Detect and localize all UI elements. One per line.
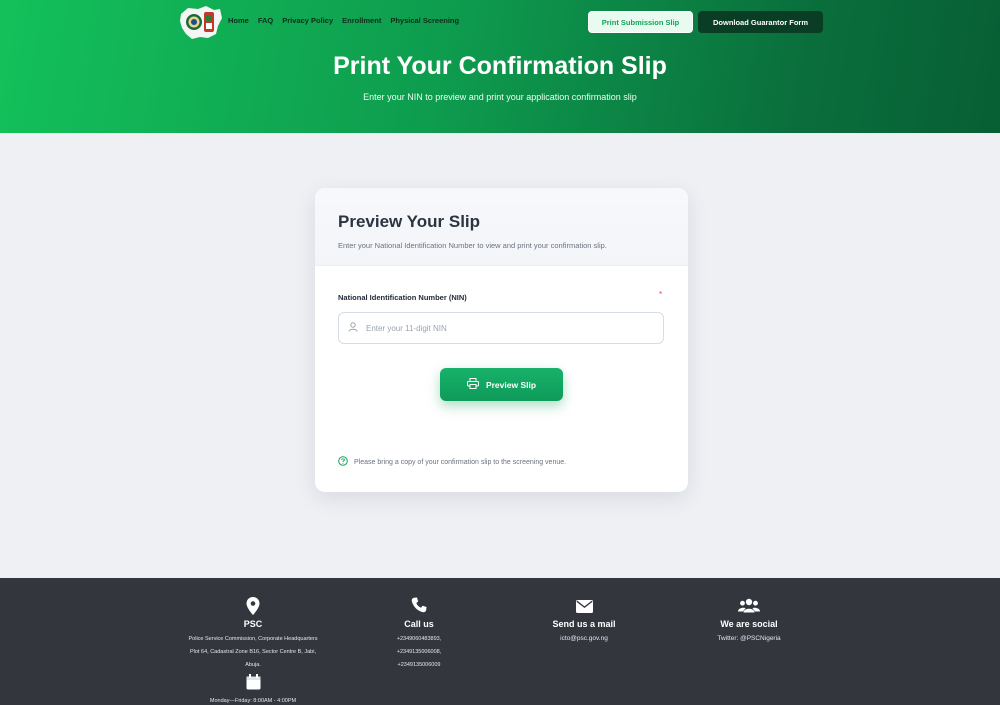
envelope-icon (534, 600, 634, 615)
nin-input[interactable] (366, 323, 646, 333)
footer-call: Call us +2349060483893, +2349135006008, … (369, 597, 469, 672)
calendar-icon (178, 674, 328, 692)
print-submission-slip-button[interactable]: Print Submission Slip (588, 11, 693, 33)
venue-note-text: Please bring a copy of your confirmation… (354, 458, 567, 466)
page-title: Print Your Confirmation Slip (333, 52, 667, 80)
footer-address: PSC Police Service Commission, Corporate… (178, 597, 328, 705)
user-icon (348, 319, 358, 337)
twitter-handle[interactable]: Twitter: @PSCNigeria (699, 635, 799, 642)
required-mark: * (659, 290, 663, 299)
address-line: Abuja. (245, 662, 261, 668)
card-description: Enter your National Identification Numbe… (338, 241, 607, 250)
nav-physical-screening[interactable]: Physical Screening (390, 16, 459, 25)
printer-icon (466, 378, 479, 391)
office-hours: Monday—Friday: 8:00AM - 4:00PM (209, 698, 297, 704)
top-nav: Home FAQ Privacy Policy Enrollment Physi… (0, 0, 1000, 42)
map-pin-icon (178, 597, 328, 615)
venue-note: Please bring a copy of your confirmation… (338, 456, 566, 468)
nin-label: National Identification Number (NIN) (338, 293, 467, 302)
users-icon (699, 598, 799, 615)
card-title: Preview Your Slip (338, 212, 481, 231)
address-line: Police Service Commission, Corporate Hea… (188, 636, 318, 642)
nav-enrollment[interactable]: Enrollment (342, 16, 381, 25)
phone-icon (369, 597, 469, 615)
footer-social: We are social Twitter: @PSCNigeria (699, 597, 799, 642)
address-line: Plot 64, Cadastral Zone B16, Sector Cent… (190, 649, 316, 655)
page-subtitle: Enter your NIN to preview and print your… (363, 92, 637, 102)
footer-email[interactable]: icto@psc.gov.ng (534, 635, 634, 642)
footer-social-title: We are social (720, 619, 778, 629)
footer-call-title: Call us (404, 619, 434, 629)
footer-address-title: PSC (243, 619, 263, 629)
nav-home[interactable]: Home (228, 16, 249, 25)
footer: PSC Police Service Commission, Corporate… (0, 578, 1000, 705)
hero-banner: Home FAQ Privacy Policy Enrollment Physi… (0, 0, 1000, 133)
phone-number[interactable]: +2349060483893, (369, 633, 469, 646)
preview-slip-card: Preview Your Slip Enter your National Id… (315, 188, 688, 492)
psc-logo[interactable] (178, 4, 224, 40)
preview-slip-label: Preview Slip (485, 379, 537, 390)
download-guarantor-form-button[interactable]: Download Guarantor Form (698, 11, 823, 33)
preview-slip-button[interactable]: Preview Slip (440, 368, 563, 401)
phone-number[interactable]: +2349135006009 (369, 659, 469, 672)
card-header: Preview Your Slip Enter your National Id… (315, 188, 688, 266)
footer-mail-title: Send us a mail (552, 619, 616, 629)
question-circle-icon (338, 456, 348, 468)
nav-faq[interactable]: FAQ (258, 16, 273, 25)
footer-phone-numbers: +2349060483893, +2349135006008, +2349135… (369, 633, 469, 672)
footer-mail: Send us a mail icto@psc.gov.ng (534, 597, 634, 642)
nin-input-wrapper[interactable] (338, 312, 664, 344)
phone-number[interactable]: +2349135006008, (369, 646, 469, 659)
footer-address-text: Police Service Commission, Corporate Hea… (178, 633, 328, 672)
nav-links: Home FAQ Privacy Policy Enrollment Physi… (228, 16, 459, 25)
nav-privacy-policy[interactable]: Privacy Policy (282, 16, 333, 25)
